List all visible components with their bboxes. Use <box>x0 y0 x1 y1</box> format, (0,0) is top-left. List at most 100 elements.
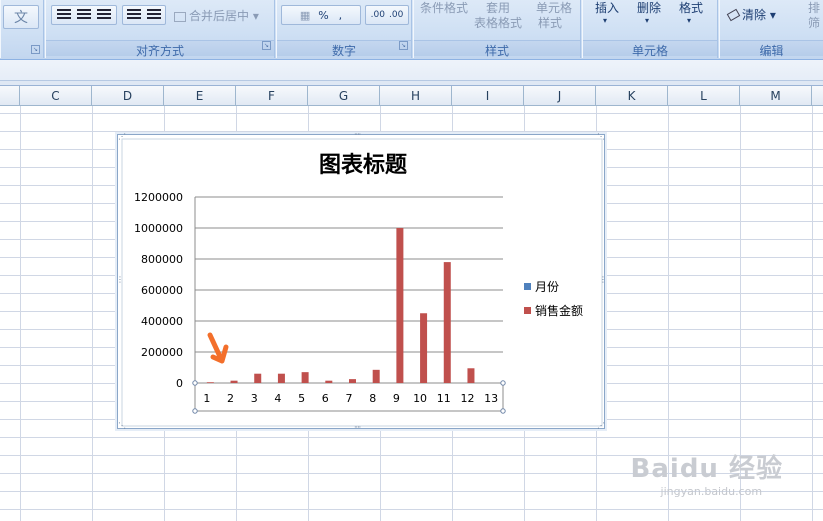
align-center-icon[interactable] <box>77 9 91 21</box>
editing-group-label: 编辑 <box>720 40 823 58</box>
x-tick-label: 11 <box>437 392 451 405</box>
delete-dropdown-icon[interactable]: ▾ <box>645 16 649 25</box>
resize-handle-top-left[interactable]: ⋰ <box>118 133 126 141</box>
y-tick-label: 200000 <box>141 346 183 359</box>
y-tick-label: 400000 <box>141 315 183 328</box>
sort-filter-line2[interactable]: 筛 <box>808 14 820 31</box>
resize-handle-bottom-left[interactable]: ⋱ <box>118 422 126 430</box>
x-tick-label: 1 <box>203 392 210 405</box>
annotation-arrow <box>207 332 229 364</box>
chart-title: 图表标题 <box>319 152 408 178</box>
watermark-main: Baidu 经验 <box>630 454 783 484</box>
excel-window: 文 ↘ 合并后居中 ▾ 对齐方式 ↘ ▦ % , .00 .00 数字 ↘ 条件… <box>0 0 823 521</box>
resize-handle-bottom-right[interactable]: ⋰ <box>597 422 605 430</box>
y-tick-label: 1000000 <box>134 222 183 235</box>
bar-sales <box>230 380 238 383</box>
column-header-row: C D E F G H I J K L M <box>0 86 823 106</box>
format-button[interactable]: 格式 <box>679 0 703 16</box>
resize-handle-top-right[interactable]: ⋱ <box>597 133 605 141</box>
font-dialog-launcher[interactable]: ↘ <box>31 45 40 54</box>
formula-bar-area <box>0 60 823 86</box>
x-tick-label: 12 <box>460 392 474 405</box>
styles-group: 条件格式 套用 表格格式 单元格 样式 样式 <box>413 0 581 58</box>
resize-handle-right[interactable]: ⋮ <box>599 276 607 284</box>
align-right-icon[interactable] <box>97 9 111 21</box>
decrease-decimal-button[interactable]: .00 <box>389 10 403 20</box>
decimal-buttons: .00 .00 <box>365 5 409 25</box>
number-group-label: 数字 <box>277 40 411 58</box>
legend-swatch <box>524 307 531 314</box>
styles-group-label: 样式 <box>414 40 580 58</box>
resize-handle-bottom[interactable]: ···· <box>354 424 361 432</box>
x-tick-label: 10 <box>413 392 427 405</box>
column-header[interactable]: D <box>92 86 164 106</box>
currency-icon[interactable]: ▦ <box>300 9 310 22</box>
align-buttons <box>51 5 117 25</box>
legend-label: 销售金额 <box>535 303 583 318</box>
column-header[interactable]: M <box>740 86 812 106</box>
watermark-sub: jingyan.baidu.com <box>660 485 763 498</box>
ribbon: 文 ↘ 合并后居中 ▾ 对齐方式 ↘ ▦ % , .00 .00 数字 ↘ 条件… <box>0 0 823 60</box>
align-left-icon[interactable] <box>57 9 71 21</box>
column-header[interactable]: L <box>668 86 740 106</box>
bar-sales <box>206 382 214 383</box>
x-tick-label: 2 <box>227 392 234 405</box>
bar-sales <box>277 373 285 383</box>
alignment-dialog-launcher[interactable]: ↘ <box>262 41 271 50</box>
column-header[interactable]: G <box>308 86 380 106</box>
wrap-text-button[interactable]: 文 <box>3 5 39 29</box>
comma-button[interactable]: , <box>339 9 343 22</box>
axis-selection-handle <box>500 380 506 386</box>
x-tick-label: 8 <box>369 392 376 405</box>
column-header-partial[interactable] <box>0 86 20 106</box>
column-header[interactable]: J <box>524 86 596 106</box>
clear-label: 清除 <box>742 8 767 22</box>
resize-handle-top[interactable]: ···· <box>354 131 361 139</box>
insert-button[interactable]: 插入 <box>595 0 619 16</box>
cell-styles-line2[interactable]: 样式 <box>538 14 562 31</box>
cells-group-label: 单元格 <box>583 40 717 58</box>
baidu-watermark: Baidu 经验 jingyan.baidu.com <box>631 448 783 498</box>
y-tick-label: 0 <box>176 377 183 390</box>
y-tick-label: 800000 <box>141 253 183 266</box>
format-as-table-line2[interactable]: 表格格式 <box>474 14 522 31</box>
merge-center-button[interactable]: 合并后居中 ▾ <box>174 7 259 24</box>
axis-selection-handle <box>192 380 198 386</box>
resize-handle-left[interactable]: ⋮ <box>116 276 124 284</box>
axis-selection-handle <box>500 408 506 414</box>
column-header[interactable]: H <box>380 86 452 106</box>
chart-object[interactable]: 图表标题 0 200000 400000 600000 800000 1000000 1200… <box>116 131 607 432</box>
conditional-format-button[interactable]: 条件格式 <box>420 0 468 16</box>
clear-button[interactable]: 清除 ▾ <box>726 6 776 23</box>
number-dialog-launcher[interactable]: ↘ <box>399 41 408 50</box>
x-tick-label: 9 <box>393 392 400 405</box>
bar-sales <box>420 313 428 383</box>
bar-sales <box>301 372 309 383</box>
wrap-text-group: 文 ↘ <box>0 0 44 58</box>
eraser-icon <box>726 8 741 22</box>
alignment-group-label: 对齐方式 <box>46 40 274 58</box>
column-header[interactable]: F <box>236 86 308 106</box>
wrap-text-icon: 文 <box>14 10 28 26</box>
decrease-indent-icon[interactable] <box>127 9 141 21</box>
cells-group: 插入 删除 格式 ▾ ▾ ▾ 单元格 <box>582 0 718 58</box>
column-header[interactable]: K <box>596 86 668 106</box>
increase-decimal-button[interactable]: .00 <box>371 10 385 20</box>
y-tick-label: 1200000 <box>134 191 183 204</box>
x-tick-label: 5 <box>298 392 305 405</box>
x-tick-label: 6 <box>322 392 329 405</box>
bar-sales <box>467 368 475 383</box>
merge-label: 合并后居中 <box>189 9 250 23</box>
column-header[interactable]: C <box>20 86 92 106</box>
column-header[interactable]: I <box>452 86 524 106</box>
merge-icon <box>174 11 186 22</box>
alignment-group: 合并后居中 ▾ 对齐方式 ↘ <box>45 0 275 58</box>
delete-button[interactable]: 删除 <box>637 0 661 16</box>
insert-dropdown-icon[interactable]: ▾ <box>603 16 607 25</box>
column-header[interactable]: E <box>164 86 236 106</box>
increase-indent-icon[interactable] <box>147 9 161 21</box>
bar-sales <box>372 369 380 383</box>
percent-button[interactable]: % <box>318 9 328 22</box>
y-tick-label: 600000 <box>141 284 183 297</box>
format-dropdown-icon[interactable]: ▾ <box>687 16 691 25</box>
